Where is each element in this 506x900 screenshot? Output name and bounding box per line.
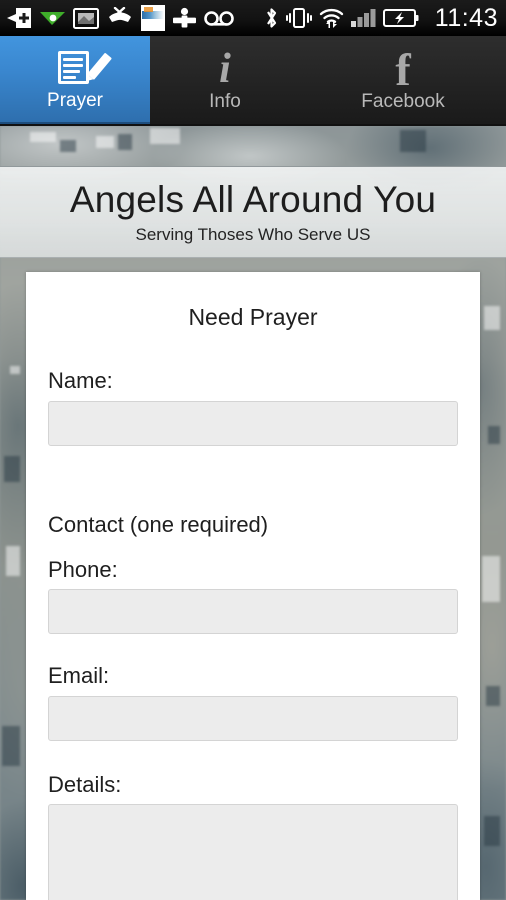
- name-label: Name:: [48, 368, 113, 393]
- app-title: Angels All Around You: [69, 179, 437, 221]
- app-screen: 11:43 Prayer i Info f Facebook Angels Al…: [0, 0, 506, 900]
- vibrate-mode-icon: [285, 8, 312, 28]
- voicemail-icon: [204, 10, 234, 26]
- bluetooth-icon: [266, 8, 276, 28]
- facebook-f-icon: f: [395, 43, 411, 95]
- details-textarea[interactable]: [48, 804, 458, 900]
- tab-info-label: Info: [209, 90, 241, 112]
- prayer-request-form: Name: Contact (one required) Phone: Emai…: [26, 367, 480, 900]
- email-field-group: Email:: [48, 662, 458, 741]
- email-input[interactable]: [48, 695, 458, 741]
- name-field-group: Name:: [48, 367, 458, 446]
- sync-icon: [173, 7, 196, 28]
- phone-input[interactable]: [48, 589, 458, 635]
- battery-charging-icon: [382, 9, 419, 27]
- missed-call-icon: [109, 7, 131, 22]
- details-label: Details:: [48, 771, 122, 797]
- status-bar-left-icons: [6, 5, 234, 31]
- info-i-icon: i: [219, 45, 231, 92]
- phone-field-group: Phone:: [48, 556, 458, 635]
- email-label: Email:: [48, 663, 110, 689]
- carrier-app-notification-icon: [141, 5, 165, 31]
- phone-label: Phone:: [48, 556, 118, 582]
- tab-facebook-label: Facebook: [361, 90, 445, 112]
- wifi-icon: [319, 8, 343, 28]
- prayer-form-card: Need Prayer Name: Contact (one required)…: [26, 272, 480, 900]
- status-bar: 11:43: [0, 0, 506, 36]
- green-paper-plane-icon: [40, 12, 65, 25]
- contact-section-label: Contact (one required): [48, 511, 269, 537]
- app-subtitle: Serving Thoses Who Serve US: [135, 224, 371, 244]
- form-heading: Need Prayer: [188, 304, 318, 330]
- tab-info[interactable]: i Info: [150, 36, 300, 124]
- tab-facebook[interactable]: f Facebook: [300, 36, 506, 124]
- cellular-signal-icon: [350, 9, 376, 27]
- name-input[interactable]: [48, 400, 458, 446]
- tab-bar: Prayer i Info f Facebook: [0, 36, 506, 126]
- screenshot-icon: [73, 7, 99, 29]
- document-pencil-icon: [55, 49, 112, 89]
- tab-prayer-label: Prayer: [47, 89, 103, 111]
- app-title-banner: Angels All Around You Serving Thoses Who…: [0, 166, 506, 258]
- tab-prayer[interactable]: Prayer: [0, 36, 150, 124]
- details-field-group: Details:: [48, 771, 458, 900]
- app-back-plus-icon: [7, 8, 31, 28]
- status-bar-clock: 11:43: [434, 3, 498, 32]
- status-bar-right-icons: 11:43: [264, 3, 498, 32]
